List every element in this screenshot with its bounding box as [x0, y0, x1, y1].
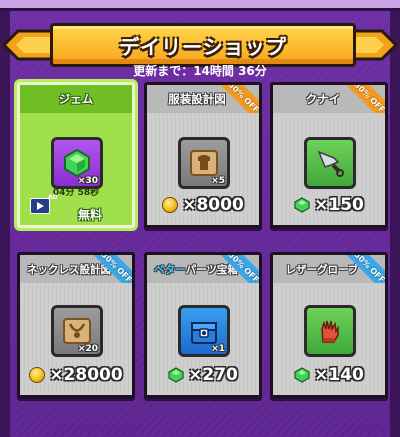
- price-value: ×270: [188, 365, 238, 385]
- shop-item-outfit-blueprint[interactable]: 服装設計図 30% OFF ×5 ×8000: [144, 82, 262, 228]
- item-quantity: ×5: [211, 176, 225, 186]
- chest-item-frame: ×1: [178, 305, 230, 357]
- free-price-label: 無料: [78, 208, 103, 222]
- shop-item-leather-gloves[interactable]: レザーグローブ 30% OFF ×140: [270, 252, 388, 398]
- treasure-chest-icon: [191, 322, 217, 344]
- item-price: ×270: [147, 365, 259, 385]
- free-cooldown-timer: 04分 58秒: [52, 188, 100, 198]
- top-strip: [0, 0, 400, 11]
- price-value: ×8000: [182, 195, 244, 215]
- item-quantity: ×20: [77, 344, 98, 354]
- shop-title-banner: デイリーショップ: [50, 23, 356, 67]
- leather-glove-icon: [321, 320, 339, 343]
- item-price: ×140: [273, 365, 385, 385]
- blueprint-item-frame: ×20: [51, 305, 103, 357]
- shop-title: デイリーショップ: [119, 34, 287, 59]
- blueprint-item-frame: ×5: [178, 137, 230, 189]
- item-price: ×150: [273, 195, 385, 215]
- price-value: ×28000: [49, 365, 123, 385]
- gem-icon: [294, 197, 310, 213]
- shop-item-better-parts-chest[interactable]: ベター パーツ宝箱 30% OFF ×1 ×270: [144, 252, 262, 398]
- shop-item-necklace-blueprint[interactable]: ネックレス設計図 30% OFF ×20 ×28000: [17, 252, 135, 398]
- item-quantity: ×1: [211, 344, 225, 354]
- gem-icon: [168, 367, 184, 383]
- coin-icon: [29, 367, 46, 383]
- price-value: ×140: [314, 365, 364, 385]
- ad-label: AD: [48, 194, 58, 201]
- necklace-blueprint-icon: [63, 318, 91, 344]
- gem-icon: [294, 367, 310, 383]
- gloves-item-frame: [304, 305, 356, 357]
- play-icon: [37, 202, 44, 210]
- item-name: ジェム: [20, 85, 132, 113]
- price-value: ×150: [314, 195, 364, 215]
- outfit-blueprint-icon: [190, 150, 218, 176]
- item-price: ×8000: [147, 195, 259, 215]
- gem-item-frame: ×30: [51, 137, 103, 189]
- kunai-icon: [317, 150, 344, 177]
- kunai-item-frame: [304, 137, 356, 189]
- item-price: ×28000: [20, 365, 132, 385]
- refresh-timer: 更新まで：14時間 36分: [133, 64, 267, 78]
- watch-ad-button[interactable]: [30, 198, 50, 214]
- coin-icon: [162, 197, 179, 213]
- item-name-accent: ベター: [154, 263, 186, 276]
- gem-icon: [64, 148, 90, 178]
- shop-item-kunai[interactable]: クナイ 30% OFF ×150: [270, 82, 388, 228]
